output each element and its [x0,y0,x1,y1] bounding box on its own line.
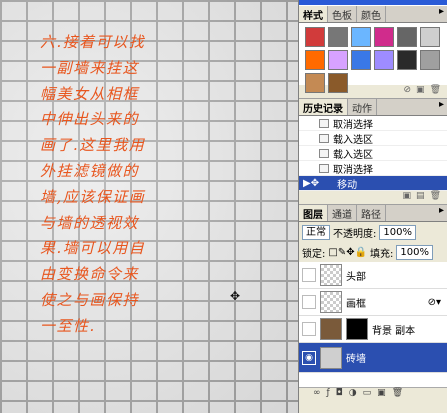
image-canvas[interactable]: 六.接着可以找 一副墙来挂这 幅美女从相框 中伸出头来的 画了.这里我用 外挂滤… [0,0,298,413]
layer-thumbnail [320,264,342,286]
blend-mode-select[interactable]: 正常 [302,224,330,240]
style-swatch[interactable] [374,50,394,70]
layer-row[interactable]: 头部 [299,262,447,289]
fill-label: 填充: [370,248,394,260]
note-line: 与墙的透视效 [40,213,140,232]
note-line: 中伸出头来的 [40,110,140,129]
note-line: 使之与画保持 [40,290,140,309]
history-row-selected[interactable]: ▶✥ 移动 [299,176,447,191]
clear-style-icon[interactable]: ⊘ [404,85,412,98]
note-line: 外挂滤镜做的 [40,161,140,180]
fx-icon[interactable]: ƒ [327,388,330,401]
opacity-field[interactable]: 100% [379,224,416,240]
tab-color[interactable]: 颜色 [357,6,386,22]
history-state-icon [319,118,329,128]
layer-lock-row: 锁定: □✎✥🔒 填充: 100% [299,242,447,262]
layer-name: 画框 [346,298,366,310]
new-snapshot-icon[interactable]: ▣ [403,191,412,204]
layer-row-selected[interactable]: ◉ 砖墙 [299,343,447,373]
style-swatch[interactable] [374,27,394,47]
trash-icon[interactable]: 🗑 [430,191,441,204]
style-swatch[interactable] [305,27,325,47]
annotation-text: 六.接着可以找 一副墙来挂这 幅美女从相框 中伸出头来的 画了.这里我用 外挂滤… [40,30,170,340]
new-document-icon[interactable]: ▤ [416,191,425,204]
lock-icon[interactable]: □✎✥🔒 [328,247,367,258]
panel-menu-icon[interactable]: ▸ [436,205,447,221]
layer-name: 砖墙 [346,354,366,365]
style-swatch[interactable] [328,50,348,70]
history-row[interactable]: 载入选区 [299,131,447,146]
tab-history[interactable]: 历史记录 [299,99,348,115]
layer-effects-icon[interactable]: ⊘▾ [428,297,441,308]
layers-toolbar: ∞ ƒ ◘ ◑ ▭ ▣ 🗑 [299,387,447,401]
history-row[interactable]: 取消选择 [299,161,447,176]
style-swatch[interactable] [351,27,371,47]
layer-name: 背景 副本 [372,325,416,337]
history-tabs: 历史记录 动作 ▸ [299,99,447,116]
tab-channels[interactable]: 通道 [328,205,357,221]
layer-thumbnail [320,318,342,340]
move-cursor-icon: ✥ [230,289,241,303]
style-swatch[interactable] [328,27,348,47]
style-swatch[interactable] [305,50,325,70]
move-tool-icon: ▶✥ [303,177,320,189]
panel-menu-icon[interactable]: ▸ [436,99,447,115]
note-line: 一至性. [40,316,96,335]
style-swatch[interactable] [397,27,417,47]
layer-mask-thumbnail [346,318,368,340]
visibility-toggle[interactable] [302,322,316,336]
styles-tabs: 样式 色板 颜色 ▸ [299,6,447,23]
history-state-icon [319,148,329,158]
note-line: 六.接着可以找 [40,33,146,51]
new-style-icon[interactable]: ▣ [416,85,425,98]
tab-paths[interactable]: 路径 [357,205,386,221]
trash-icon[interactable]: 🗑 [430,85,441,98]
visibility-toggle[interactable] [302,295,316,309]
styles-grid [299,23,447,93]
note-line: 一副墙来挂这 [40,58,140,77]
tab-styles[interactable]: 样式 [299,6,328,22]
style-swatch[interactable] [351,50,371,70]
note-line: 由变换命令来 [40,265,140,284]
panels-dock: 样式 色板 颜色 ▸ ⊘ ▣ 🗑 历史记录 动作 ▸ 取消选择 载入选区 载入选… [298,0,447,413]
tab-swatches[interactable]: 色板 [328,6,357,22]
link-icon[interactable]: ∞ [313,388,321,401]
history-toolbar: ▣ ▤ 🗑 [299,191,447,205]
panel-menu-icon[interactable]: ▸ [436,6,447,22]
style-swatch[interactable] [328,73,348,93]
layer-name: 头部 [346,271,366,283]
style-swatch[interactable] [420,50,440,70]
note-line: 幅美女从相框 [40,84,140,103]
layer-blend-row: 正常 不透明度: 100% [299,222,447,242]
style-swatch[interactable] [305,73,325,93]
mask-icon[interactable]: ◘ [336,388,343,401]
history-row[interactable]: 载入选区 [299,146,447,161]
style-swatch[interactable] [420,27,440,47]
note-line: 果.墙可以用自 [40,239,146,258]
trash-icon[interactable]: 🗑 [392,388,403,401]
layer-list: 头部 画框 ⊘▾ 背景 副本 ◉ 砖墙 [299,262,447,387]
lock-label: 锁定: [302,248,326,260]
layer-thumbnail [320,346,342,369]
adjustment-icon[interactable]: ◑ [349,388,357,401]
history-state-icon [319,133,329,143]
new-layer-icon[interactable]: ▣ [377,388,386,401]
visibility-toggle[interactable] [302,268,316,282]
history-state-icon [319,163,329,173]
history-row[interactable]: 取消选择 [299,116,447,131]
layer-row[interactable]: 画框 ⊘▾ [299,289,447,316]
layer-thumbnail [320,291,342,313]
layers-tabs: 图层 通道 路径 ▸ [299,205,447,222]
note-line: 墙,应该保证画 [40,187,146,206]
tab-actions[interactable]: 动作 [348,99,377,115]
fill-field[interactable]: 100% [396,244,434,260]
history-list: 取消选择 载入选区 载入选区 取消选择 ▶✥ 移动 [299,116,447,191]
style-swatch[interactable] [397,50,417,70]
folder-icon[interactable]: ▭ [363,388,372,401]
layer-row[interactable]: 背景 副本 [299,316,447,343]
note-line: 画了.这里我用 [40,136,146,155]
tab-layers[interactable]: 图层 [299,205,328,221]
opacity-label: 不透明度: [333,228,377,240]
eye-icon[interactable]: ◉ [302,350,316,365]
